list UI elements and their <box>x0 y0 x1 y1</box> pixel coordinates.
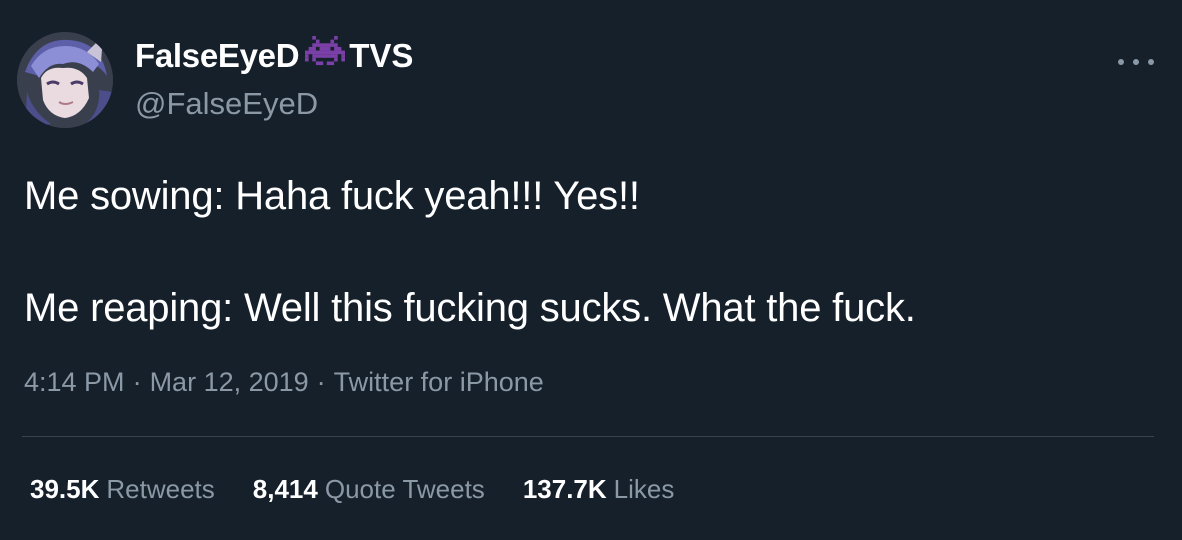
quote-tweets-label: Quote Tweets <box>324 474 485 504</box>
tweet-stats: 39.5K Retweets 8,414 Quote Tweets 137.7K… <box>30 474 712 505</box>
tweet-meta: 4:14 PM · Mar 12, 2019 · Twitter for iPhone <box>24 367 544 398</box>
retweets-stat[interactable]: 39.5K Retweets <box>30 474 215 505</box>
display-name-suffix[interactable]: TVS <box>349 37 413 75</box>
tweet-line-gap <box>24 224 1154 280</box>
divider <box>22 436 1154 437</box>
avatar-image <box>17 32 113 128</box>
quote-tweets-count: 8,414 <box>252 474 318 504</box>
meta-separator-2: · <box>316 367 326 397</box>
likes-label: Likes <box>613 474 675 504</box>
tweet-text: Me sowing: Haha fuck yeah!!! Yes!! Me re… <box>24 168 1154 336</box>
tweet-card: FalseEyeD TVS @FalseEyeD Me sowing: Haha… <box>0 0 1182 540</box>
user-handle[interactable]: @FalseEyeD <box>135 86 318 122</box>
more-options-icon[interactable] <box>1118 52 1154 72</box>
meta-separator-1: · <box>132 367 142 397</box>
more-dot-1 <box>1118 59 1124 65</box>
tweet-date[interactable]: Mar 12, 2019 <box>150 367 309 397</box>
alien-monster-icon <box>305 36 346 76</box>
tweet-line-2: Me reaping: Well this fucking sucks. Wha… <box>24 286 916 330</box>
likes-stat[interactable]: 137.7K Likes <box>523 474 675 505</box>
quote-tweets-stat[interactable]: 8,414 Quote Tweets <box>253 474 485 505</box>
display-name[interactable]: FalseEyeD <box>135 37 300 75</box>
retweets-count: 39.5K <box>30 474 100 504</box>
tweet-time[interactable]: 4:14 PM <box>24 367 125 397</box>
name-row[interactable]: FalseEyeD TVS <box>135 36 413 76</box>
tweet-source[interactable]: Twitter for iPhone <box>334 367 544 397</box>
more-dot-2 <box>1133 59 1139 65</box>
more-dot-3 <box>1148 59 1154 65</box>
tweet-line-1: Me sowing: Haha fuck yeah!!! Yes!! <box>24 174 640 218</box>
avatar[interactable] <box>17 32 113 128</box>
retweets-label: Retweets <box>106 474 215 504</box>
likes-count: 137.7K <box>522 474 607 504</box>
